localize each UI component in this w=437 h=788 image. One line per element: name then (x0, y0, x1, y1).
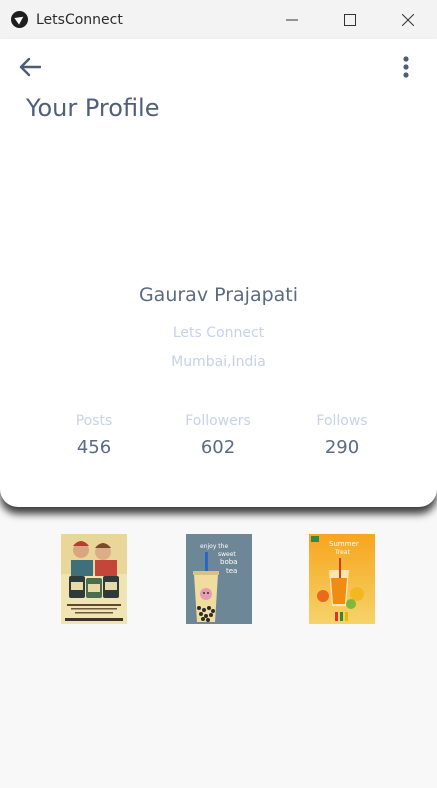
stat-label: Follows (316, 413, 368, 429)
stat-label: Posts (75, 413, 113, 429)
window-title: LetsConnect (36, 11, 123, 28)
profile-name: Gaurav Prajapati (138, 284, 299, 306)
maximize-icon (344, 13, 356, 26)
post-2-caption-line-3: boba (220, 558, 237, 566)
post-thumbnail-2[interactable]: enjoy the sweet boba tea (186, 534, 252, 624)
profile-card: Your Profile Gaurav Prajapati Lets Conne… (0, 39, 437, 507)
stat-posts[interactable]: Posts 456 (39, 413, 149, 458)
minimize-icon (286, 19, 298, 20)
more-options-button[interactable] (396, 53, 416, 81)
post-3-caption-line-2: Treat (334, 549, 350, 556)
stat-value: 290 (324, 437, 360, 458)
retro-poster-image (61, 534, 127, 624)
profile-location: Mumbai,India (171, 354, 266, 370)
summer-drink-image: Summer Treat (309, 534, 375, 624)
arrow-left-icon (19, 57, 41, 77)
close-button[interactable] (379, 0, 437, 39)
back-button[interactable] (16, 53, 44, 81)
stat-value: 456 (76, 437, 112, 458)
profile-tagline: Lets Connect (172, 325, 265, 341)
post-2-caption-line-2: sweet (218, 551, 236, 558)
maximize-button[interactable] (321, 0, 379, 39)
app-logo-icon (11, 11, 28, 28)
post-2-caption-line-4: tea (226, 567, 237, 575)
window-controls (263, 0, 437, 39)
bubble-tea-image: enjoy the sweet boba tea (186, 534, 252, 624)
more-vertical-icon (403, 56, 409, 78)
stat-value: 602 (200, 437, 236, 458)
post-2-caption-line-1: enjoy the (200, 543, 228, 550)
stat-followers[interactable]: Followers 602 (163, 413, 273, 458)
page-title: Your Profile (26, 94, 160, 122)
stat-label: Followers (185, 413, 251, 429)
post-thumbnail-1[interactable] (61, 534, 127, 624)
close-icon (402, 13, 414, 26)
window-titlebar: LetsConnect (0, 0, 437, 39)
stat-follows[interactable]: Follows 290 (287, 413, 397, 458)
post-3-caption-line-1: Summer (329, 540, 359, 548)
post-thumbnail-3[interactable]: Summer Treat (309, 534, 375, 624)
minimize-button[interactable] (263, 0, 321, 39)
